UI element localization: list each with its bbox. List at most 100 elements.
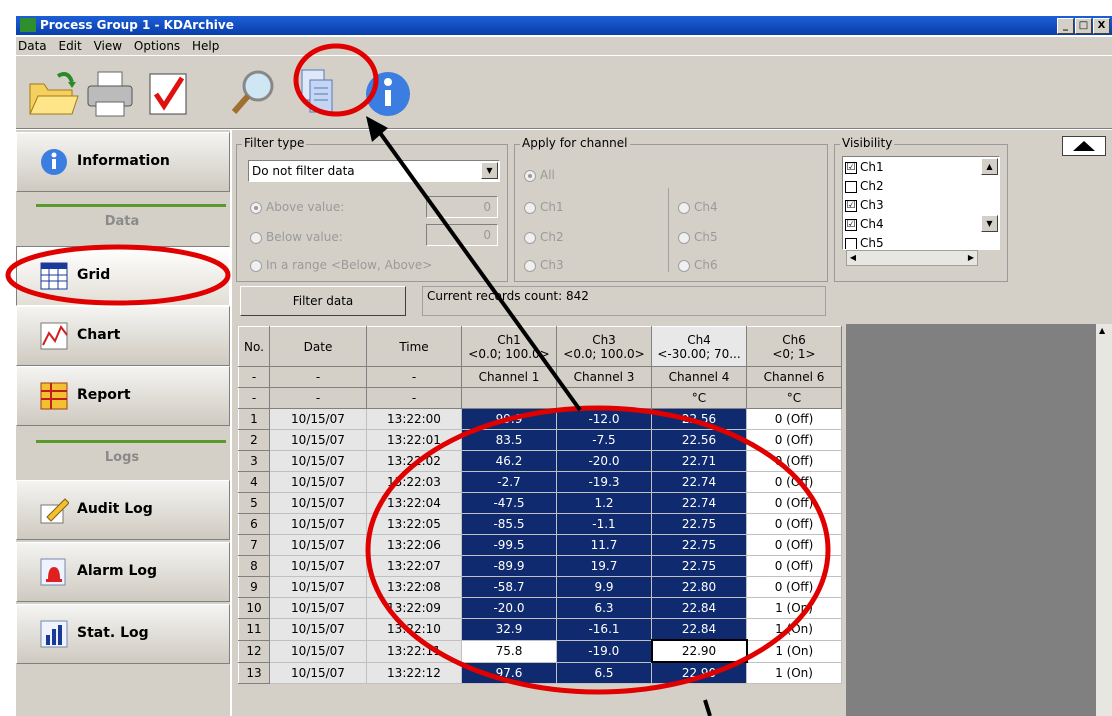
table-cell[interactable]: -47.5: [461, 492, 557, 514]
table-cell[interactable]: 1: [238, 408, 270, 430]
visibility-item-ch4[interactable]: ☑ Ch4: [845, 217, 884, 231]
table-cell[interactable]: 13:22:09: [366, 597, 462, 619]
menu-edit[interactable]: Edit: [58, 39, 81, 53]
table-cell[interactable]: 10/15/07: [269, 597, 367, 619]
table-cell[interactable]: 0 (Off): [746, 450, 842, 472]
visibility-list[interactable]: ☑ Ch1 Ch2 ☑ Ch3 ☑ Ch4 Ch5 ▲ ▼: [842, 156, 1000, 250]
table-cell[interactable]: -58.7: [461, 576, 557, 598]
maximize-button[interactable]: □: [1075, 18, 1092, 34]
header-ch4[interactable]: Ch4 <-30.00; 70...: [651, 326, 747, 367]
header-ch6[interactable]: Ch6 <0; 1>: [746, 326, 842, 367]
table-cell[interactable]: 0 (Off): [746, 576, 842, 598]
open-folder-icon[interactable]: [24, 62, 80, 122]
print-icon[interactable]: [82, 62, 138, 122]
table-cell[interactable]: 6.3: [556, 597, 652, 619]
close-button[interactable]: X: [1093, 18, 1110, 34]
radio-below[interactable]: Below value:: [250, 230, 343, 244]
menu-data[interactable]: Data: [18, 39, 47, 53]
sidebar-item-report[interactable]: Report: [16, 366, 230, 426]
above-value-field[interactable]: 0: [426, 196, 498, 218]
table-row[interactable]: 3 10/15/07 13:22:02 46.2 -20.0 22.71 0 (Off): [238, 450, 842, 472]
table-cell[interactable]: 22.74: [651, 492, 747, 514]
table-row[interactable]: 11 10/15/07 13:22:10 32.9 -16.1 22.84 1 (On): [238, 618, 842, 641]
table-cell[interactable]: 10/15/07: [269, 408, 367, 430]
menu-view[interactable]: View: [94, 39, 122, 53]
table-row[interactable]: 12 10/15/07 13:22:11 75.8 -19.0 22.90 1 (On): [238, 639, 842, 663]
radio-ch3[interactable]: Ch3: [524, 258, 564, 272]
table-cell[interactable]: 6: [238, 513, 270, 535]
grid-vscroll[interactable]: ▲: [1096, 324, 1112, 716]
table-cell[interactable]: 13:22:04: [366, 492, 462, 514]
table-cell[interactable]: 46.2: [461, 450, 557, 472]
sidebar-item-chart[interactable]: Chart: [16, 306, 230, 366]
table-cell[interactable]: 13:22:05: [366, 513, 462, 535]
scroll-right-icon[interactable]: ▶: [965, 251, 977, 265]
table-cell[interactable]: 22.84: [651, 597, 747, 619]
table-cell[interactable]: -89.9: [461, 555, 557, 577]
table-cell[interactable]: 9: [238, 576, 270, 598]
radio-ch4[interactable]: Ch4: [678, 200, 718, 214]
table-cell[interactable]: -85.5: [461, 513, 557, 535]
table-cell[interactable]: 75.8: [461, 639, 557, 663]
table-cell[interactable]: 10/15/07: [269, 471, 367, 493]
table-cell[interactable]: 1.2: [556, 492, 652, 514]
visibility-hscroll[interactable]: ◀ ▶: [846, 250, 978, 266]
header-time[interactable]: Time: [366, 326, 462, 367]
table-cell[interactable]: 13:22:10: [366, 618, 462, 641]
search-icon[interactable]: [226, 62, 282, 122]
table-cell[interactable]: -20.0: [556, 450, 652, 472]
visibility-item-ch5[interactable]: Ch5: [845, 236, 884, 249]
check-icon[interactable]: [140, 62, 196, 122]
table-cell[interactable]: 10/15/07: [269, 618, 367, 641]
table-cell[interactable]: -16.1: [556, 618, 652, 641]
table-row[interactable]: 10 10/15/07 13:22:09 -20.0 6.3 22.84 1 (On): [238, 597, 842, 619]
sidebar-item-alarm-log[interactable]: Alarm Log: [16, 542, 230, 602]
table-cell[interactable]: 1 (On): [746, 639, 842, 663]
table-cell[interactable]: 2: [238, 429, 270, 451]
visibility-item-ch3[interactable]: ☑ Ch3: [845, 198, 884, 212]
table-row[interactable]: 7 10/15/07 13:22:06 -99.5 11.7 22.75 0 (Off): [238, 534, 842, 556]
header-no[interactable]: No.: [238, 326, 270, 367]
sidebar-item-stat-log[interactable]: Stat. Log: [16, 604, 230, 664]
table-cell[interactable]: 97.6: [461, 661, 557, 684]
table-row[interactable]: 9 10/15/07 13:22:08 -58.7 9.9 22.80 0 (Off): [238, 576, 842, 598]
table-row[interactable]: 6 10/15/07 13:22:05 -85.5 -1.1 22.75 0 (Off): [238, 513, 842, 535]
table-cell[interactable]: 10: [238, 597, 270, 619]
table-cell[interactable]: 22.90: [650, 639, 748, 663]
scroll-up-icon[interactable]: ▲: [981, 158, 998, 175]
table-cell[interactable]: 22.56: [651, 408, 747, 430]
table-cell[interactable]: 13:22:00: [366, 408, 462, 430]
table-cell[interactable]: 0 (Off): [746, 471, 842, 493]
table-cell[interactable]: 12: [238, 639, 270, 663]
table-cell[interactable]: 10/15/07: [269, 555, 367, 577]
table-cell[interactable]: 0 (Off): [746, 534, 842, 556]
table-cell[interactable]: 11.7: [556, 534, 652, 556]
table-cell[interactable]: 13:22:07: [366, 555, 462, 577]
table-cell[interactable]: 10/15/07: [269, 534, 367, 556]
table-cell[interactable]: 3: [238, 450, 270, 472]
table-cell[interactable]: 22.75: [651, 513, 747, 535]
table-cell[interactable]: 10/15/07: [269, 576, 367, 598]
scroll-down-icon[interactable]: ▼: [981, 215, 998, 232]
table-cell[interactable]: 8: [238, 555, 270, 577]
table-cell[interactable]: 0 (Off): [746, 408, 842, 430]
table-cell[interactable]: -2.7: [461, 471, 557, 493]
table-cell[interactable]: 10/15/07: [269, 639, 367, 663]
table-cell[interactable]: 5: [238, 492, 270, 514]
table-cell[interactable]: 19.7: [556, 555, 652, 577]
sidebar-item-audit-log[interactable]: Audit Log: [16, 480, 230, 540]
table-row[interactable]: 4 10/15/07 13:22:03 -2.7 -19.3 22.74 0 (Off): [238, 471, 842, 493]
table-cell[interactable]: -12.0: [556, 408, 652, 430]
table-row[interactable]: 5 10/15/07 13:22:04 -47.5 1.2 22.74 0 (Off): [238, 492, 842, 514]
table-row[interactable]: 2 10/15/07 13:22:01 83.5 -7.5 22.56 0 (Off): [238, 429, 842, 451]
sidebar-item-information[interactable]: Information: [16, 132, 230, 192]
table-cell[interactable]: 83.5: [461, 429, 557, 451]
table-row[interactable]: 1 10/15/07 13:22:00 99.9 -12.0 22.56 0 (Off): [238, 408, 842, 430]
table-cell[interactable]: 9.9: [556, 576, 652, 598]
radio-range[interactable]: In a range <Below, Above>: [250, 258, 432, 272]
table-cell[interactable]: 0 (Off): [746, 555, 842, 577]
collapse-panel-button[interactable]: [1062, 136, 1106, 156]
table-cell[interactable]: -1.1: [556, 513, 652, 535]
table-cell[interactable]: 10/15/07: [269, 661, 367, 684]
radio-ch2[interactable]: Ch2: [524, 230, 564, 244]
